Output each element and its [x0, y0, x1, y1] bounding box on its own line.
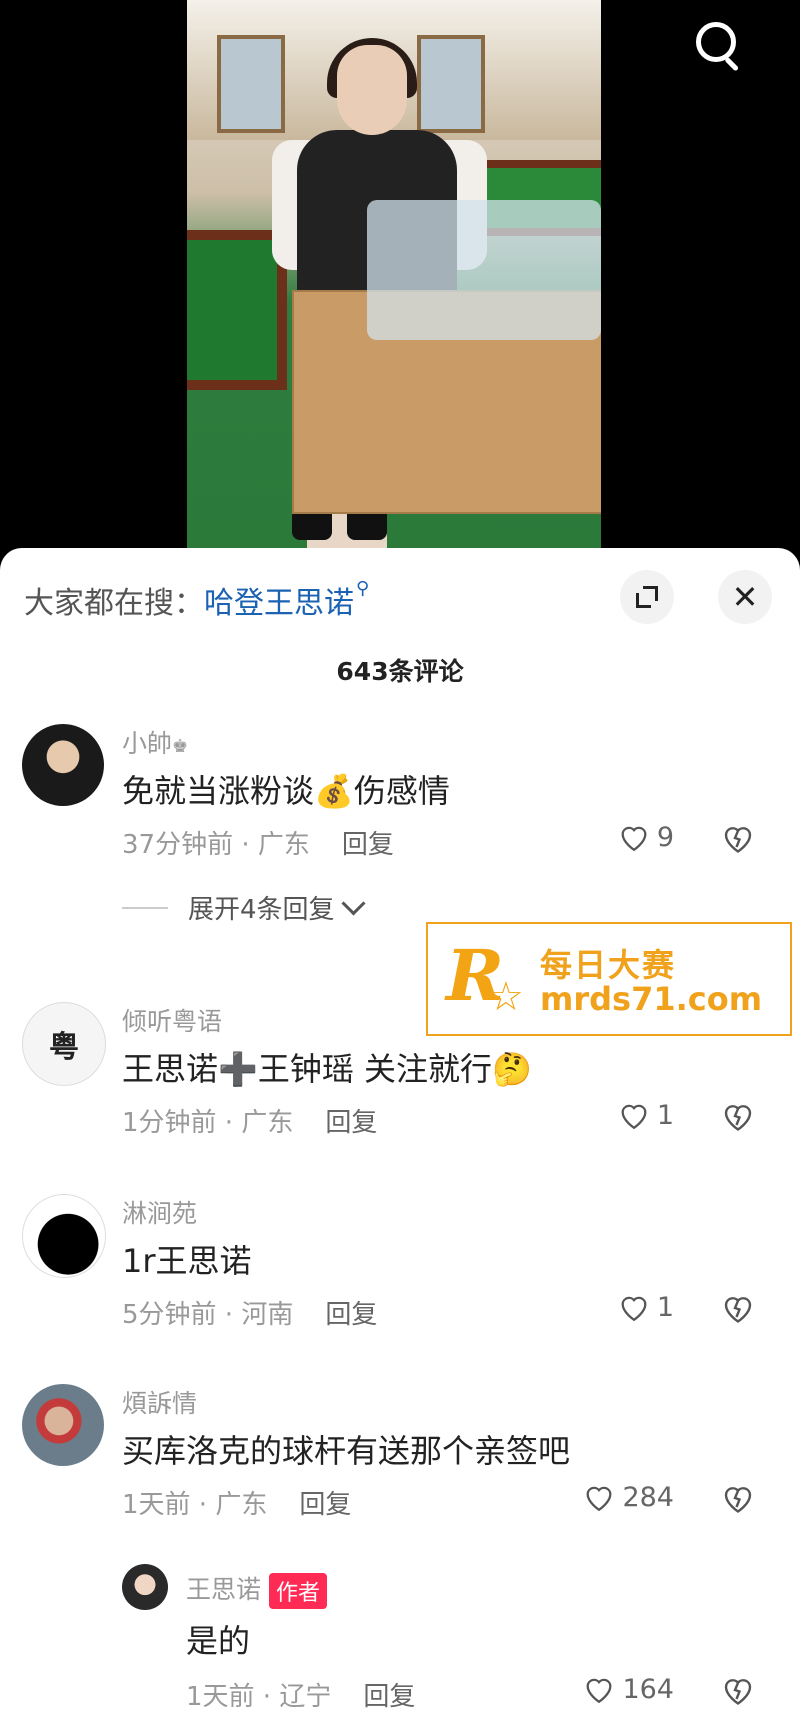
avatar[interactable] — [22, 1194, 106, 1278]
search-suggestion-keyword[interactable]: 哈登王思诺 — [204, 578, 354, 622]
search-suggestion: 大家都在搜： 哈登王思诺 ⚲ — [24, 578, 369, 622]
like-button[interactable]: 284 — [582, 1480, 674, 1514]
chevron-down-icon — [341, 891, 366, 916]
avatar[interactable] — [22, 724, 104, 806]
expand-sheet-button[interactable] — [620, 570, 674, 624]
comment-sheet: 大家都在搜： 哈登王思诺 ⚲ ✕ 643条评论 小帥♚ 免就当涨粉谈💰伤感情 3… — [0, 548, 800, 1732]
comment-username[interactable]: 小帥♚ — [122, 724, 188, 760]
comment-meta: 1天前 · 辽宁 回复 — [186, 1682, 416, 1712]
comment-meta: 37分钟前 · 广东 回复 — [122, 830, 394, 860]
video-player[interactable] — [0, 0, 800, 560]
search-icon[interactable] — [690, 16, 746, 72]
video-window — [417, 35, 485, 133]
heart-icon — [621, 1104, 647, 1130]
search-mini-icon: ⚲ — [356, 578, 370, 599]
heart-icon — [621, 826, 647, 852]
author-badge: 作者 — [269, 1573, 328, 1609]
close-button[interactable]: ✕ — [718, 570, 772, 624]
search-suggestion-prefix: 大家都在搜： — [24, 586, 204, 621]
dislike-icon[interactable] — [720, 1098, 756, 1134]
like-count: 1 — [656, 1099, 674, 1131]
comment-text: 1r王思诺 — [122, 1242, 252, 1280]
reply-button[interactable]: 回复 — [325, 1108, 377, 1138]
like-button[interactable]: 9 — [617, 820, 674, 854]
star-icon: ☆ — [488, 974, 524, 1020]
reply-button[interactable]: 回复 — [342, 830, 394, 860]
like-button[interactable]: 1 — [617, 1290, 674, 1324]
heart-icon — [586, 1678, 612, 1704]
video-face — [337, 45, 407, 135]
like-count: 1 — [656, 1291, 674, 1323]
comment-text: 免就当涨粉谈💰伤感情 — [122, 772, 450, 810]
comment-username[interactable]: 淋涧苑 — [122, 1194, 197, 1230]
avatar[interactable]: 粤 — [22, 1002, 106, 1086]
comment-username[interactable]: 王思诺 作者 — [186, 1570, 328, 1609]
like-count: 164 — [622, 1673, 674, 1705]
watermark-overlay: R ☆ 每日大赛 mrds71.com — [426, 922, 792, 1036]
comment-username[interactable]: 煩訴情 — [122, 1384, 197, 1420]
like-button[interactable]: 1 — [617, 1098, 674, 1132]
avatar[interactable] — [22, 1384, 104, 1466]
dislike-icon[interactable] — [720, 1290, 756, 1326]
close-icon: ✕ — [731, 578, 759, 616]
like-button[interactable]: 164 — [582, 1672, 674, 1706]
video-frame — [187, 0, 601, 550]
comment-meta: 1分钟前 · 广东 回复 — [122, 1108, 378, 1138]
reply-button[interactable]: 回复 — [325, 1300, 377, 1330]
expand-icon — [636, 586, 658, 608]
dislike-icon[interactable] — [720, 820, 756, 856]
dislike-icon[interactable] — [720, 1480, 756, 1516]
like-count: 9 — [656, 821, 674, 853]
avatar[interactable] — [122, 1564, 168, 1610]
comment-meta: 5分钟前 · 河南 回复 — [122, 1300, 378, 1330]
comment-username[interactable]: 倾听粤语 — [122, 1002, 222, 1038]
heart-icon — [586, 1486, 612, 1512]
video-plastic-wrap — [367, 200, 601, 340]
reply-button[interactable]: 回复 — [363, 1682, 415, 1712]
comment-text: 买库洛克的球杆有送那个亲签吧 — [122, 1432, 571, 1470]
comment-meta: 1天前 · 广东 回复 — [122, 1490, 352, 1520]
heart-icon — [621, 1296, 647, 1322]
reply-button[interactable]: 回复 — [299, 1490, 351, 1520]
comment-count: 643条评论 — [336, 657, 464, 686]
video-window — [217, 35, 285, 133]
watermark-url: mrds71.com — [540, 980, 763, 1018]
comment-text: 王思诺➕王钟瑶 关注就行🤔 — [122, 1050, 532, 1088]
expand-replies-button[interactable]: 展开4条回复 — [122, 889, 366, 926]
comment-text: 是的 — [186, 1622, 251, 1660]
like-count: 284 — [622, 1481, 674, 1513]
dislike-icon[interactable] — [720, 1672, 756, 1708]
